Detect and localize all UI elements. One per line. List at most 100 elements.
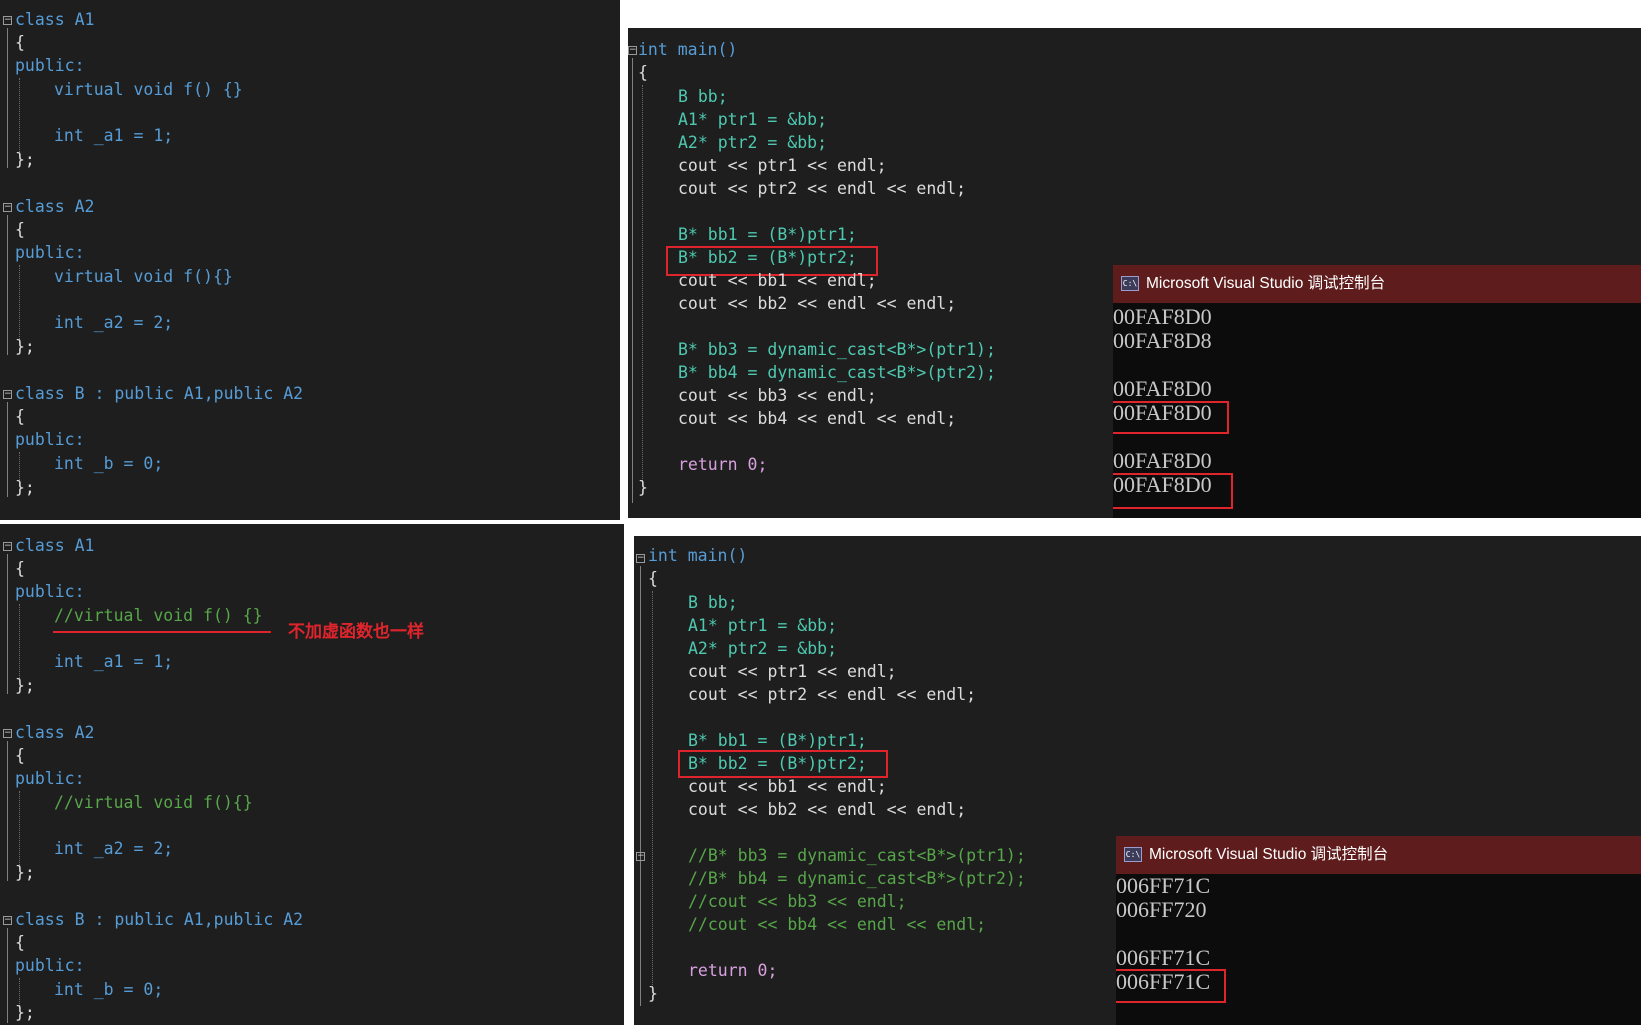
code-text: B* bb1 = (B*)ptr1; — [678, 225, 857, 244]
debug-console-top[interactable]: C:\ Microsoft Visual Studio 调试控制台 00FAF8… — [1113, 265, 1641, 518]
code-text: int _b = 0; — [54, 980, 164, 999]
code-text: { — [15, 746, 25, 765]
indent-guide — [19, 78, 20, 156]
code-line: }; — [15, 148, 35, 171]
collapse-icon[interactable]: − — [3, 729, 12, 738]
collapse-icon[interactable]: − — [636, 554, 645, 563]
code-line: cout << bb1 << endl; — [678, 269, 877, 292]
console-output-line: 00FAF8D0 — [1113, 448, 1212, 473]
code-text: class B : public A1,public A2 — [15, 910, 304, 929]
code-text: public: — [15, 56, 85, 75]
code-text: { — [15, 407, 25, 426]
code-text: } — [638, 478, 648, 497]
code-text: { — [648, 569, 658, 588]
code-line: cout << bb2 << endl << endl; — [678, 292, 956, 315]
code-text: return 0; — [678, 455, 768, 474]
code-text: B bb; — [688, 593, 738, 612]
fold-line — [632, 58, 633, 503]
code-text: virtual void f() {} — [54, 80, 243, 99]
debug-console-bottom[interactable]: C:\ Microsoft Visual Studio 调试控制台 006FF7… — [1116, 836, 1641, 1025]
code-text: public: — [15, 243, 85, 262]
fold-line — [7, 402, 8, 497]
console-output-line: 00FAF8D0 — [1113, 304, 1212, 329]
code-line: int _a2 = 2; — [54, 837, 173, 860]
code-line: cout << ptr2 << endl << endl; — [678, 177, 966, 200]
collapse-icon[interactable]: − — [3, 390, 12, 399]
indent-guide — [19, 791, 20, 869]
highlight-box — [1113, 473, 1233, 509]
code-line: { — [638, 61, 648, 84]
code-line: int _b = 0; — [54, 452, 163, 475]
code-text: { — [15, 559, 25, 578]
collapse-icon[interactable]: − — [3, 916, 12, 925]
code-line: { — [648, 567, 658, 590]
code-line: { — [15, 218, 25, 241]
console-title-bar[interactable]: C:\ Microsoft Visual Studio 调试控制台 — [1116, 836, 1641, 874]
code-text: B bb; — [678, 87, 728, 106]
code-line: class B : public A1,public A2 — [15, 382, 303, 405]
console-output-line: 006FF71C — [1116, 945, 1211, 970]
code-text: int _a1 = 1; — [54, 652, 174, 671]
code-text: public: — [15, 769, 85, 788]
code-text: //virtual void f(){} — [54, 793, 253, 812]
code-line: }; — [15, 861, 35, 884]
code-text: { — [15, 933, 25, 952]
code-text: B* bb4 = dynamic_cast<B*>(ptr2); — [678, 363, 996, 382]
code-line: //virtual void f(){} — [54, 791, 253, 814]
code-line: { — [15, 744, 25, 767]
code-text: cout << bb2 << endl << endl; — [678, 294, 957, 313]
code-line: int _a1 = 1; — [54, 650, 173, 673]
console-title: Microsoft Visual Studio 调试控制台 — [1149, 846, 1389, 863]
collapse-icon[interactable]: − — [3, 16, 12, 25]
code-text: A1* ptr1 = &bb; — [678, 110, 828, 129]
code-text: }; — [15, 1003, 35, 1022]
highlight-box — [678, 750, 888, 778]
code-text: public: — [15, 582, 85, 601]
code-line: public: — [15, 54, 85, 77]
code-text: cout << bb2 << endl << endl; — [688, 800, 967, 819]
code-line: int _a2 = 2; — [54, 311, 173, 334]
code-text: cout << ptr2 << endl << endl; — [678, 179, 967, 198]
code-text: A2* ptr2 = &bb; — [688, 639, 838, 658]
collapse-icon[interactable]: − — [3, 542, 12, 551]
code-line: B bb; — [678, 85, 728, 108]
code-text: { — [15, 33, 25, 52]
code-line: //cout << bb3 << endl; — [688, 890, 907, 913]
code-text: int main() — [648, 546, 748, 565]
console-title-bar[interactable]: C:\ Microsoft Visual Studio 调试控制台 — [1113, 265, 1641, 303]
code-line: //cout << bb4 << endl << endl; — [688, 913, 986, 936]
annotation-underline — [53, 631, 271, 633]
code-text: { — [638, 63, 648, 82]
collapse-icon[interactable]: − — [628, 46, 637, 55]
code-text: class B : public A1,public A2 — [15, 384, 304, 403]
code-text: cout << ptr2 << endl << endl; — [688, 685, 977, 704]
fold-line — [7, 928, 8, 1023]
code-text: return 0; — [688, 961, 778, 980]
code-text: B* bb3 = dynamic_cast<B*>(ptr1); — [678, 340, 996, 359]
collapse-icon[interactable]: − — [636, 852, 645, 861]
code-text: int _b = 0; — [54, 454, 164, 473]
code-line: B* bb3 = dynamic_cast<B*>(ptr1); — [678, 338, 996, 361]
code-text: } — [648, 984, 658, 1003]
console-app-icon: C:\ — [1124, 847, 1142, 862]
code-text: int _a2 = 2; — [54, 313, 174, 332]
console-title: Microsoft Visual Studio 调试控制台 — [1146, 275, 1386, 292]
code-panel-top-left: − class A1 { public: virtual void f() {}… — [0, 0, 620, 520]
code-line: { — [15, 557, 25, 580]
code-line: { — [15, 31, 25, 54]
fold-line — [7, 554, 8, 694]
code-line: public: — [15, 428, 85, 451]
highlight-box — [1116, 969, 1226, 1003]
indent-guide — [652, 591, 653, 991]
code-line: public: — [15, 580, 85, 603]
code-text: }; — [15, 863, 35, 882]
code-line: cout << bb4 << endl << endl; — [678, 407, 956, 430]
code-text: public: — [15, 430, 85, 449]
code-line: int main() — [648, 544, 747, 567]
collapse-icon[interactable]: − — [3, 203, 12, 212]
code-text: public: — [15, 956, 85, 975]
annotation-note: 不加虚函数也一样 — [288, 622, 424, 642]
code-line: class A2 — [15, 195, 94, 218]
code-line: A1* ptr1 = &bb; — [678, 108, 827, 131]
code-line: class A1 — [15, 8, 94, 31]
